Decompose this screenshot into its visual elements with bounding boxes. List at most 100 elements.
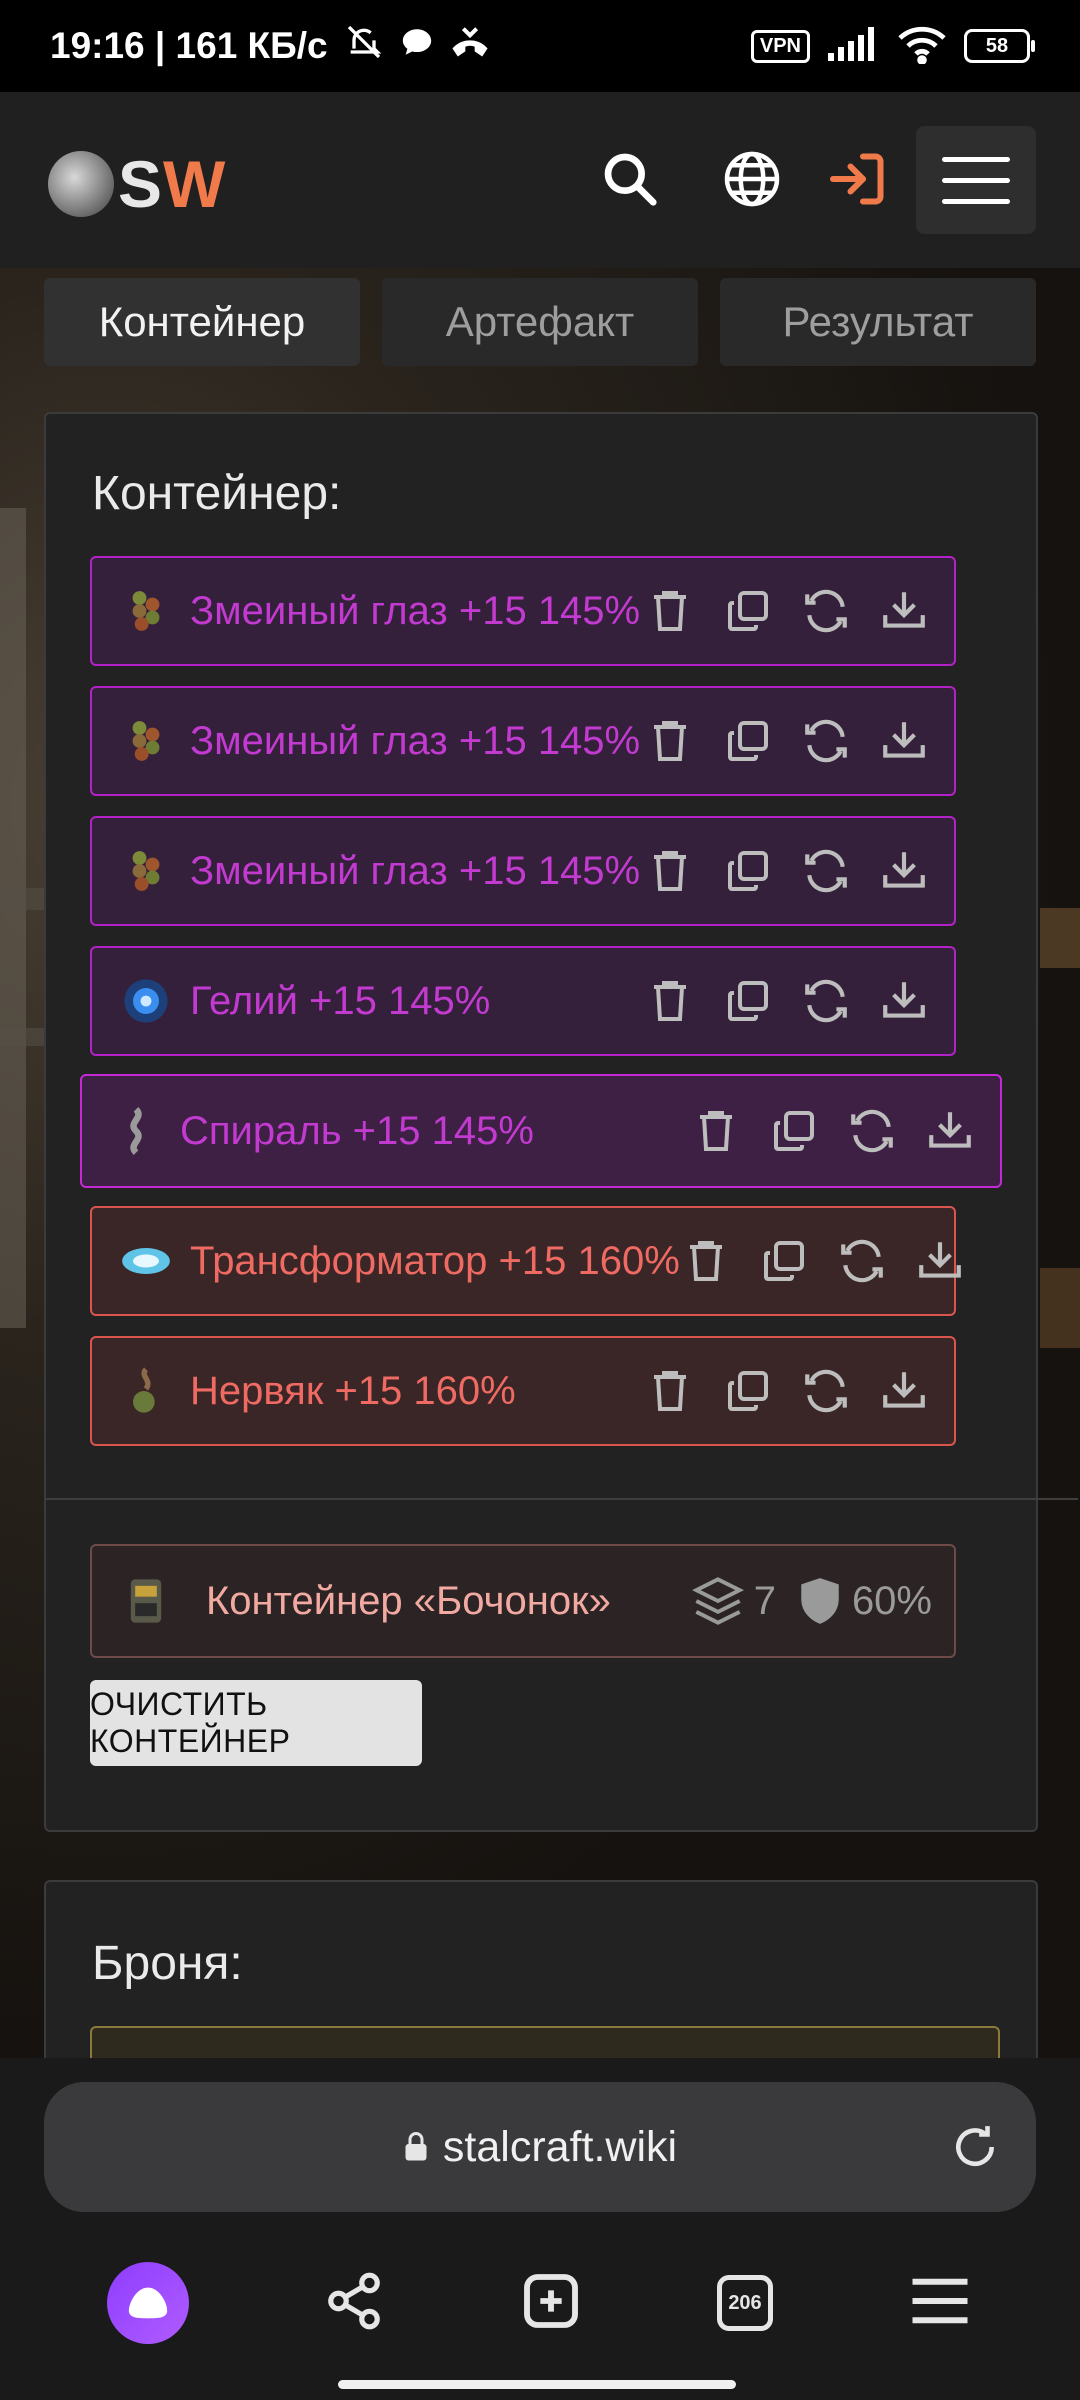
slots-value: 7 [753,1578,776,1623]
container-panel: Контейнер: Змеиный глаз +15 145% Змеиный… [44,412,1078,1832]
signal-icon [828,26,880,66]
artifact-row[interactable]: Нервяк +15 160% [90,1336,956,1446]
artifact-name: Змеиный глаз +15 145% [190,718,641,763]
download-icon[interactable] [914,1235,966,1287]
artifact-nervyak-icon [133,1367,155,1413]
armor-selector[interactable] [90,2026,1000,2058]
protection-value: 60% [851,1578,932,1623]
globe-icon[interactable] [720,147,784,211]
artifact-row[interactable]: Змеиный глаз +15 145% [90,686,956,796]
tab-artifact[interactable]: Артефакт [382,278,698,366]
tab-container[interactable]: Контейнер [44,278,360,366]
missed-call-icon [450,22,490,71]
trash-icon[interactable] [644,715,696,767]
download-icon[interactable] [878,1365,930,1417]
trash-icon[interactable] [644,1365,696,1417]
artifact-name: Спираль +15 145% [180,1108,534,1153]
download-icon[interactable] [878,585,930,637]
home-indicator[interactable] [338,2380,736,2389]
layers-icon [691,1577,744,1625]
swap-icon[interactable] [800,975,852,1027]
artifact-row[interactable]: Змеиный глаз +15 145% [90,816,956,926]
tab-bar: Контейнер Артефакт Результат [44,278,1036,366]
clear-container-button[interactable]: ОЧИСТИТЬ КОНТЕЙНЕР [90,1680,422,1766]
artifact-spiral-icon [130,1107,142,1155]
artifact-row[interactable]: Гелий +15 145% [90,946,956,1056]
artifact-row[interactable]: Змеиный глаз +15 145% [90,556,956,666]
trash-icon[interactable] [644,585,696,637]
logo-w: W [163,147,227,221]
download-icon[interactable] [878,715,930,767]
container-title: Контейнер: [92,467,342,520]
artifact-helium-icon [124,979,168,1023]
swap-icon[interactable] [800,585,852,637]
artifact-name: Трансформатор +15 160% [190,1238,680,1283]
trash-icon[interactable] [680,1235,732,1287]
reload-icon[interactable] [950,2122,1000,2172]
status-time: 19:16 | 161 КБ/с [50,25,328,66]
assistant-button[interactable] [107,2262,189,2344]
copy-icon[interactable] [722,585,774,637]
vpn-badge: VPN [750,29,810,63]
copy-icon[interactable] [768,1105,820,1157]
trash-icon[interactable] [644,975,696,1027]
page-content: Контейнер Артефакт Результат Контейнер: … [0,268,1080,2058]
wifi-icon [898,24,946,69]
tab-result[interactable]: Результат [720,278,1036,366]
copy-icon[interactable] [758,1235,810,1287]
plus-square-icon [524,2273,578,2328]
browser-menu-button[interactable] [907,2276,973,2331]
tabs-button[interactable]: 206 [717,2275,773,2331]
copy-icon[interactable] [722,845,774,897]
artifact-name: Змеиный глаз +15 145% [190,848,641,893]
artifact-row-hovered[interactable]: Спираль +15 145% [80,1074,1002,1188]
site-logo[interactable]: SW [48,146,226,222]
swap-icon[interactable] [800,715,852,767]
battery-level: 58 [985,34,1009,57]
download-icon[interactable] [878,845,930,897]
download-icon[interactable] [924,1105,976,1157]
status-bar: 19:16 | 161 КБ/с VPN 58 [0,0,1080,92]
browser-bar: stalcraft.wiki 206 [0,2058,1080,2400]
login-icon[interactable] [826,147,890,211]
shield-icon [801,1578,839,1624]
swap-icon[interactable] [800,845,852,897]
swap-icon[interactable] [846,1105,898,1157]
container-protection: 60% [798,1576,932,1626]
search-icon[interactable] [598,147,662,211]
artifact-name: Змеиный глаз +15 145% [190,588,641,633]
menu-icon [942,156,1010,162]
download-icon[interactable] [878,975,930,1027]
copy-icon[interactable] [722,975,774,1027]
artifact-transformer-icon [122,1248,170,1274]
container-slots: 7 [691,1575,776,1627]
armor-panel: Броня: [44,1880,1038,2058]
artifact-row[interactable]: Трансформатор +15 160% [90,1206,961,1316]
site-header: SW [0,92,1080,270]
assistant-icon [128,2287,168,2319]
copy-icon[interactable] [722,715,774,767]
divider [46,1498,1078,1500]
new-tab-button[interactable] [519,2269,583,2338]
share-button[interactable] [323,2270,385,2337]
battery-icon: 58 [964,29,1035,63]
container-selector[interactable]: Контейнер «Бочонок» 7 60% [90,1544,956,1658]
logo-globe-icon [48,151,114,217]
armor-title: Броня: [92,1937,243,1990]
artifact-name: Гелий +15 145% [190,978,491,1023]
artifact-snake-eye-icon [132,591,160,631]
artifact-name: Нервяк +15 160% [190,1368,516,1413]
logo-s: S [118,147,164,221]
container-name: Контейнер «Бочонок» [206,1578,611,1623]
swap-icon[interactable] [800,1365,852,1417]
address-bar[interactable]: stalcraft.wiki [44,2082,1036,2212]
share-icon [328,2272,380,2329]
trash-icon[interactable] [690,1105,742,1157]
artifact-snake-eye-icon [132,721,160,761]
copy-icon[interactable] [722,1365,774,1417]
swap-icon[interactable] [836,1235,888,1287]
trash-icon[interactable] [644,845,696,897]
menu-button[interactable] [916,126,1036,234]
mute-icon [344,22,384,71]
artifact-snake-eye-icon [132,851,160,891]
